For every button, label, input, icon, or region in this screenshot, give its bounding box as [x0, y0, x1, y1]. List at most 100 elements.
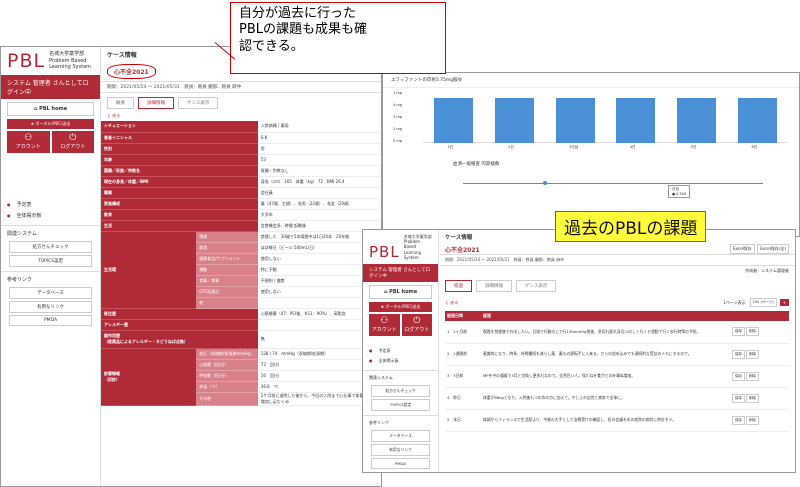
tab-overview[interactable]: 概要 [107, 97, 134, 109]
related-systems-heading: 関連システム [1, 224, 100, 239]
row-save-button[interactable]: 保存 [732, 393, 745, 403]
pbl-home-button-2[interactable]: ⌂ PBL home [369, 284, 432, 299]
tab-details-2[interactable]: 詳細情報 [476, 280, 512, 292]
x-tick-label: 3日目 [569, 145, 579, 149]
per-page-select[interactable]: 100 (ページ) [749, 298, 777, 307]
row-day: 2ヶ月前 [453, 328, 468, 334]
row-delete-button[interactable]: 削除 [746, 371, 759, 381]
detail-value: 妻（47歳、主婦）、長男（22歳）、長女（20歳） [257, 198, 381, 210]
detail-key: 年齢 [101, 154, 258, 166]
logout-button-2[interactable]: ⏻ ログアウト [401, 313, 432, 336]
topics-settings-button[interactable]: TOPICS設定 [9, 254, 92, 267]
logo-line2-2: Problem Based Learning System [403, 239, 422, 260]
useful-links-link[interactable]: 有用なリンク [9, 300, 92, 313]
detail-row: 教育 大学卒 [101, 209, 381, 221]
detail-key: アレルギー歴 [101, 319, 258, 331]
sidebar-item-schedule[interactable]: 予定表 [1, 199, 100, 210]
table-row: 5 本日 体調からフィランスで生活歴より、今後の大手として治療受けの確認し、担の会… [445, 409, 789, 432]
row-index: 3 [447, 373, 450, 378]
vitals-subkey: 血圧（収縮期/拡張期mmHg） [196, 348, 258, 360]
detail-key: 職業 [101, 187, 258, 199]
portal-button-2[interactable]: ★ ポータル(PBC)送出 [369, 301, 432, 312]
y-tick-label: 2 mg [393, 127, 402, 131]
chart-tooltip: 日目 ● 4,500 [668, 185, 691, 198]
trend-line [463, 183, 763, 184]
pbl-home-button[interactable]: ⌂ PBL home [7, 101, 94, 116]
excel-save-all-button[interactable]: Excel保存(全) [757, 244, 789, 254]
period-label: 期間： [107, 85, 121, 90]
database-link[interactable]: データベース [9, 286, 92, 299]
row-date: 5 本日 [445, 409, 481, 432]
account-button-2[interactable]: ⚇ アカウント [369, 313, 400, 336]
teacher-label-2: 教員： [513, 257, 526, 262]
case-period-2: 2021/05/24 ～ 2021/05/31 [457, 257, 510, 262]
table-row: 4 昨日 体重が86kgとなり。入院後もコの作の方に加えて。やし上の自覚と病気で全… [445, 387, 789, 410]
row-index: 1 [447, 328, 450, 334]
detail-row: アレルギー歴 [101, 319, 381, 331]
detail-value: S.K [257, 132, 381, 144]
add-button[interactable]: + [779, 299, 789, 306]
past-pbl-tag: 過去のPBLの課題 [555, 211, 707, 242]
prescription-check-button[interactable]: 処方せんチェック [9, 240, 92, 253]
bar [555, 98, 595, 143]
row-delete-button[interactable]: 削除 [746, 327, 759, 337]
lifestyle-subkey: 運動 [196, 264, 258, 276]
case-detail-window: PBL 名城大学薬学部 Problem Based Learning System… [0, 46, 382, 487]
row-delete-button[interactable]: 削除 [746, 415, 759, 425]
row-save-button[interactable]: 保存 [732, 371, 745, 381]
portal-button[interactable]: ★ ポータル(PBC)送出 [7, 118, 94, 129]
tab-display-2[interactable]: ゲンス表示 [516, 280, 557, 292]
detail-row: 生活環 喫煙 禁煙した 30歳で5本喫煙中は1日20本 20年間 [101, 231, 381, 309]
row-save-button[interactable]: 保存 [732, 327, 745, 337]
lifestyle-subkey: 健康食品/サプリメント [196, 253, 258, 265]
row-index: 5 [447, 417, 450, 422]
database-link-2[interactable]: データベース [371, 429, 430, 442]
y-tick-label: 1 mg [393, 91, 402, 95]
account-label: アカウント [15, 143, 41, 150]
chart-title: エフィファントの印射3.75mg服ゆ [383, 73, 799, 88]
detail-key: シチュエーション [101, 121, 258, 133]
tab-details[interactable]: 詳細情報 [138, 97, 174, 109]
line-chart: 日目 ● 4,500 [463, 171, 793, 211]
row-save-button[interactable]: 保存 [732, 415, 745, 425]
vitals-subkey: 体温（℃） [196, 381, 258, 393]
prescription-check-button-2[interactable]: 処方せんチェック [371, 384, 430, 397]
details-table: シチュエーション 入院病棟 / 薬局 患者イニシャル S.K 性別男年齢 53 国籍／民族／… [101, 121, 381, 406]
topics-settings-button-2[interactable]: TOPICS設定 [371, 398, 430, 411]
pmda-link-2[interactable]: PMDA [371, 457, 430, 469]
detail-key: 国籍／民族／宗教名 [101, 165, 258, 177]
excel-save-button[interactable]: Excel保存 [730, 244, 755, 254]
tab-progress[interactable]: 経過 [445, 280, 472, 292]
x-tick-label: 1日 [447, 145, 454, 149]
useful-links-link-2[interactable]: 有用なリンク [371, 443, 430, 456]
account-button[interactable]: ⚇ アカウント [7, 130, 50, 153]
detail-key: 家族構成 [101, 198, 258, 210]
lifestyle-subkey: OTC医薬品 [196, 286, 258, 298]
x-tick-label: 4日 [629, 145, 636, 149]
detail-key: 副作用歴 （医薬品によるアレルギー・ネどうねば点推） [101, 330, 258, 349]
sidebar-item-schedule-2[interactable]: 予定表 [363, 346, 438, 356]
back-link[interactable]: く 戻る [101, 109, 381, 121]
back-link-2[interactable]: く 戻る [445, 300, 458, 306]
logout-button[interactable]: ⏻ ログアウト [51, 130, 94, 153]
power-icon: ⏻ [69, 132, 77, 143]
row-delete-button[interactable]: 削除 [746, 349, 759, 359]
sidebar-item-board-2[interactable]: 全体掲示板 [363, 356, 438, 366]
user-status: システム 管理者 さんとしてログイン中 [1, 74, 100, 99]
bar-chart: 1 mg 4 mg 3 mg 2 mg 0 mg 1日 2日 3日目 4日 5日 6日 [393, 91, 793, 151]
pmda-link[interactable]: PMDA [9, 314, 92, 326]
row-save-button[interactable]: 保存 [732, 349, 745, 359]
past-pbl-window: PBL 名城大学薬学部 Problem Based Learning System… [362, 229, 796, 473]
sidebar-item-board[interactable]: 全体掲示板 [1, 210, 100, 221]
detail-value: 既婚・宗教なし [257, 165, 381, 177]
detail-row: 副作用歴 （医薬品によるアレルギー・ネどうねば点推）無 [101, 330, 381, 349]
row-delete-button[interactable]: 削除 [746, 393, 759, 403]
bar [738, 98, 778, 143]
detail-value: 会社員 [257, 187, 381, 199]
pbl-logo-2: PBL 名城大学薬学部 Problem Based Learning System [363, 230, 438, 264]
related-systems-heading-2: 関連システム [363, 369, 438, 383]
bar [616, 98, 656, 143]
table-row: 1 2ヶ月前 喫煙を禁煙後で外出したい。日頃で行動の上で行140mmHg前後、息切… [445, 321, 789, 344]
tab-display[interactable]: ゲンス表示 [178, 97, 219, 109]
row-actions: 保存 削除 [729, 409, 789, 432]
